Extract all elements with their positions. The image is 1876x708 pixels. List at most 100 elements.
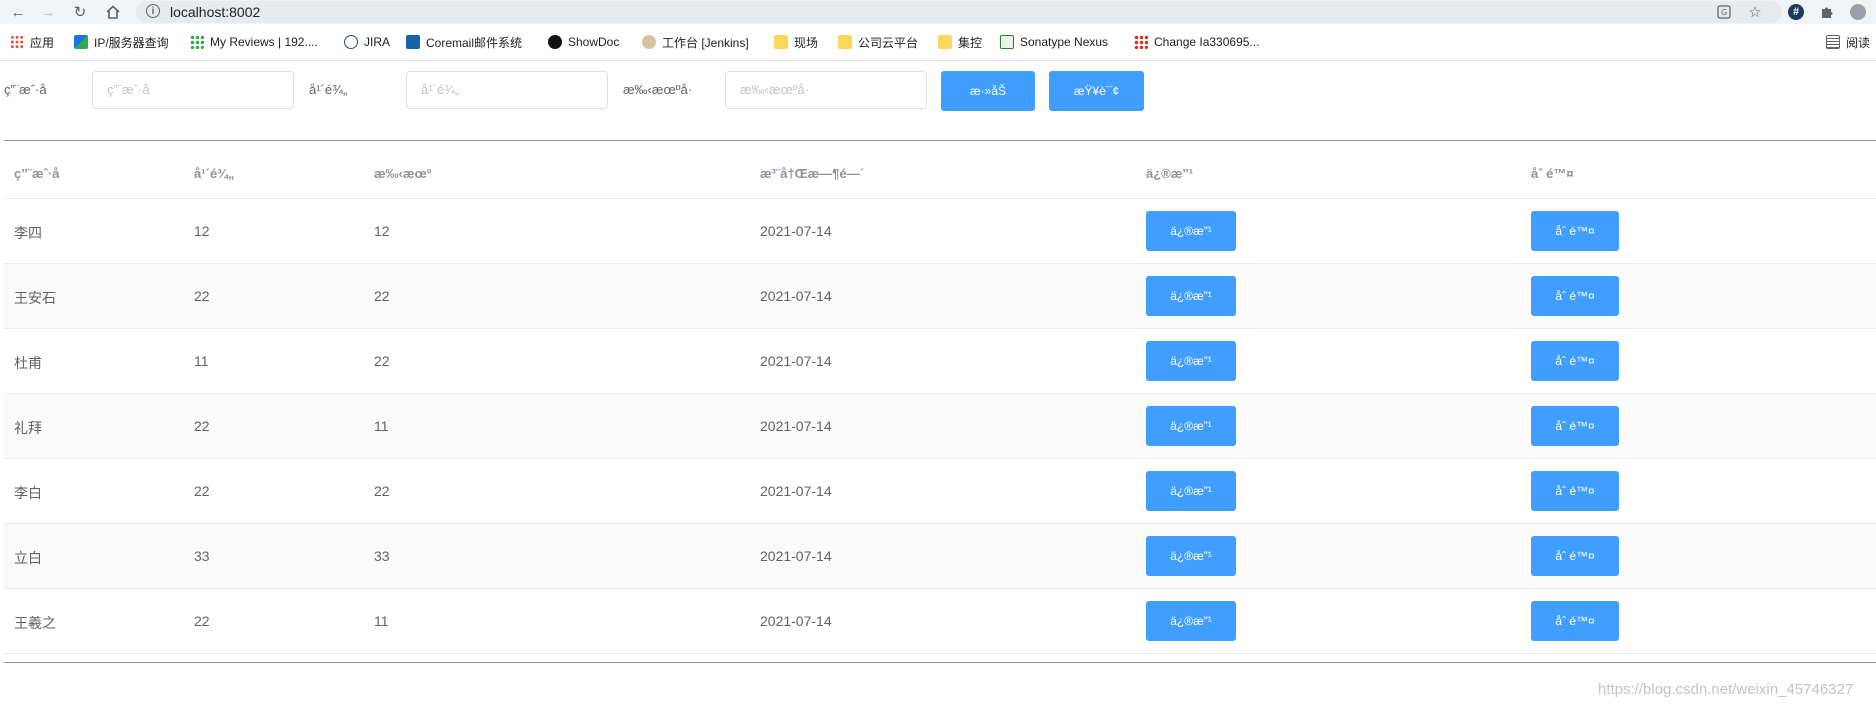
cell-phone: 33 [374,548,390,564]
delete-button[interactable]: åˆ é™¤ [1531,601,1619,641]
home-icon[interactable] [103,2,123,22]
bookmark-label: 阅读 [1846,35,1871,50]
svg-text:G: G [1721,8,1727,17]
folder-icon [838,35,852,49]
table-row: 杜甫 11 22 2021-07-14 ä¿®æ”¹ åˆ é™¤ [4,329,1876,394]
bookmark-change[interactable]: Change Ia330695... [1134,34,1259,50]
delete-button[interactable]: åˆ é™¤ [1531,341,1619,381]
table-row: 李白 22 22 2021-07-14 ä¿®æ”¹ åˆ é™¤ [4,459,1876,524]
extensions-puzzle-icon[interactable] [1817,2,1837,22]
apps-grid-icon [10,35,24,49]
delete-button[interactable]: åˆ é™¤ [1531,276,1619,316]
jenkins-icon [642,35,656,49]
showdoc-icon [548,35,562,49]
cell-register-time: 2021-07-14 [760,613,832,629]
delete-button[interactable]: åˆ é™¤ [1531,471,1619,511]
delete-button[interactable]: åˆ é™¤ [1531,406,1619,446]
bookmark-ip-query[interactable]: IP/服务器查询 [74,34,169,50]
back-icon[interactable]: ← [8,2,28,22]
edit-button[interactable]: ä¿®æ”¹ [1146,276,1236,316]
edit-button[interactable]: ä¿®æ”¹ [1146,406,1236,446]
table-row: 立白 33 33 2021-07-14 ä¿®æ”¹ åˆ é™¤ [4,524,1876,589]
edit-button[interactable]: ä¿®æ”¹ [1146,341,1236,381]
bookmark-coremail[interactable]: Coremail邮件系统 [406,34,522,50]
bookmark-favicon [74,35,88,49]
bookmark-label: JIRA [364,35,391,49]
bookmark-my-reviews[interactable]: My Reviews | 192.... [190,34,318,50]
table-bottom-divider [4,662,1876,663]
edit-button[interactable]: ä¿®æ”¹ [1146,471,1236,511]
delete-button[interactable]: åˆ é™¤ [1531,536,1619,576]
address-bar[interactable]: i localhost:8002 [136,1,1782,23]
cell-age: 12 [194,223,210,239]
cell-username: 立白 [14,550,42,566]
delete-button[interactable]: åˆ é™¤ [1531,211,1619,251]
phone-label: æ‰‹æœºå· [623,82,693,97]
table-row: 礼拜 22 11 2021-07-14 ä¿®æ”¹ åˆ é™¤ [4,394,1876,459]
cell-register-time: 2021-07-14 [760,223,832,239]
bookmark-folder-control[interactable]: 集控 [938,34,982,50]
column-header-edit: ä¿®æ”¹ [1146,166,1194,181]
cell-age: 22 [194,613,210,629]
table-row: 王羲之 22 11 2021-07-14 ä¿®æ”¹ åˆ é™¤ [4,589,1876,654]
site-info-icon[interactable]: i [146,4,160,18]
folder-icon [938,35,952,49]
bookmark-reading-list[interactable]: 阅读 [1826,34,1870,50]
username-input[interactable]: ç”¨æˆ·å [92,71,294,109]
cell-username: 王安石 [14,290,56,306]
age-input[interactable]: å¹´é¾„ [406,71,608,109]
bookmark-folder-site[interactable]: 现场 [774,34,818,50]
bookmark-nexus[interactable]: Sonatype Nexus [1000,34,1108,50]
bookmark-favicon [190,35,204,49]
cell-phone: 22 [374,483,390,499]
bookmark-apps[interactable]: 应用 [10,34,54,50]
bookmark-label: 现场 [794,35,819,50]
extension-hash-icon[interactable]: # [1786,2,1806,22]
cell-username: 李白 [14,485,42,501]
bookmark-folder-cloud[interactable]: 公司云平台 [838,34,918,50]
coremail-icon [406,35,420,49]
table-row: 李四 12 12 2021-07-14 ä¿®æ”¹ åˆ é™¤ [4,199,1876,264]
cell-age: 22 [194,288,210,304]
bookmark-showdoc[interactable]: ShowDoc [548,34,619,50]
cell-phone: 22 [374,288,390,304]
bookmark-jenkins[interactable]: 工作台 [Jenkins] [642,34,749,50]
browser-toolbar: ← → ↻ i localhost:8002 G ☆ # [0,0,1876,24]
username-label: ç”¨æˆ·å [4,82,47,97]
cell-phone: 22 [374,353,390,369]
bookmark-label: 集控 [958,35,983,50]
url-text[interactable]: localhost:8002 [170,4,260,20]
cell-register-time: 2021-07-14 [760,288,832,304]
bookmark-label: Change Ia330695... [1154,35,1260,49]
table-row: 王安石 22 22 2021-07-14 ä¿®æ”¹ åˆ é™¤ [4,264,1876,329]
cell-age: 22 [194,483,210,499]
bookmark-label: Sonatype Nexus [1020,35,1109,49]
search-button[interactable]: æŸ¥è¯¢ [1049,71,1144,111]
edit-button[interactable]: ä¿®æ”¹ [1146,601,1236,641]
folder-icon [774,35,788,49]
bookmark-jira[interactable]: JIRA [344,34,390,50]
phone-input[interactable]: æ‰‹æœºå· [725,71,927,109]
column-header-age: å¹´é¾„ [194,166,235,181]
cell-phone: 11 [374,418,389,434]
table-top-divider [4,140,1876,141]
edit-button[interactable]: ä¿®æ”¹ [1146,536,1236,576]
cell-age: 11 [194,353,209,369]
bookmark-label: My Reviews | 192.... [210,35,318,49]
reading-list-icon [1826,35,1840,49]
cell-register-time: 2021-07-14 [760,483,832,499]
jira-icon [344,35,358,49]
add-button[interactable]: æ·»åŠ [941,71,1035,111]
bookmark-label: 公司云平台 [858,35,919,50]
bookmark-label: ShowDoc [568,35,620,49]
cell-phone: 11 [374,613,389,629]
bookmark-star-icon[interactable]: ☆ [1745,2,1765,22]
column-header-register-time: æ³¨å†Œæ—¶é—´ [760,166,865,181]
edit-button[interactable]: ä¿®æ”¹ [1146,211,1236,251]
profile-avatar-icon[interactable] [1848,2,1868,22]
translate-icon[interactable]: G [1714,2,1734,22]
column-header-phone: æ‰‹æœº [374,166,432,181]
forward-icon[interactable]: → [38,2,58,22]
bookmark-label: IP/服务器查询 [94,35,169,50]
reload-icon[interactable]: ↻ [70,2,90,22]
